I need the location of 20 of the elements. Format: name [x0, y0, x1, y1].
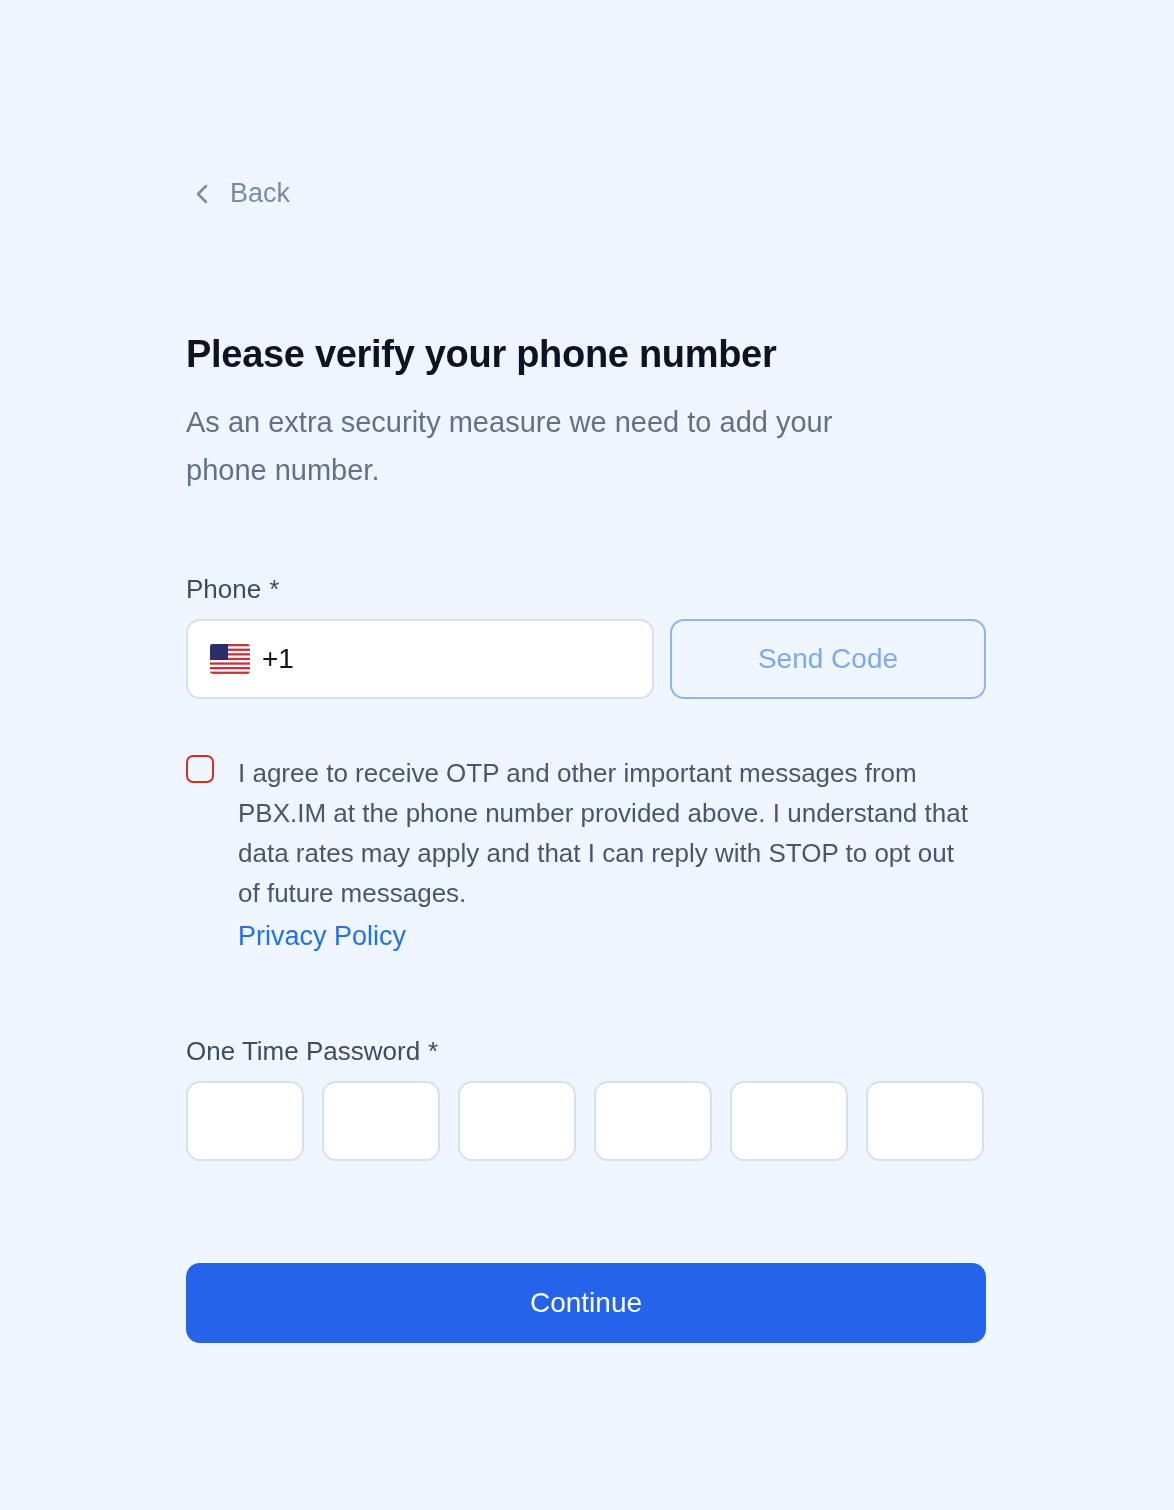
back-link[interactable]: Back: [196, 178, 291, 209]
otp-digit-field[interactable]: [322, 1081, 440, 1161]
subtitle: As an extra security measure we need to add your phone number.: [186, 405, 834, 488]
required-mark: *: [269, 574, 280, 605]
continue-button[interactable]: Continue: [186, 1263, 986, 1343]
consent-text: I agree to receive OTP and other important messages from PBX.IM at the phone number provided above. I understand that data rates may apply and that I can reply with STOP to opt out of future messages.: [238, 757, 968, 910]
required-mark: *: [428, 1036, 439, 1067]
otp-digit-field[interactable]: [594, 1081, 712, 1161]
phone-field[interactable]: +1: [186, 619, 654, 699]
otp-digit-field[interactable]: [458, 1081, 576, 1161]
consent-checkbox[interactable]: [186, 755, 214, 783]
field-label: Phone: [186, 574, 262, 605]
otp-digit-field[interactable]: [730, 1081, 848, 1161]
chevron-left-icon: [196, 183, 208, 204]
flag-icon: [210, 644, 250, 674]
otp-digit-field[interactable]: [186, 1081, 304, 1161]
page-title: Please verify your phone number: [186, 333, 778, 376]
field-label: One Time Password: [186, 1036, 421, 1067]
privacy-policy-link[interactable]: Privacy Policy: [238, 921, 407, 952]
otp-digit-field[interactable]: [866, 1081, 984, 1161]
